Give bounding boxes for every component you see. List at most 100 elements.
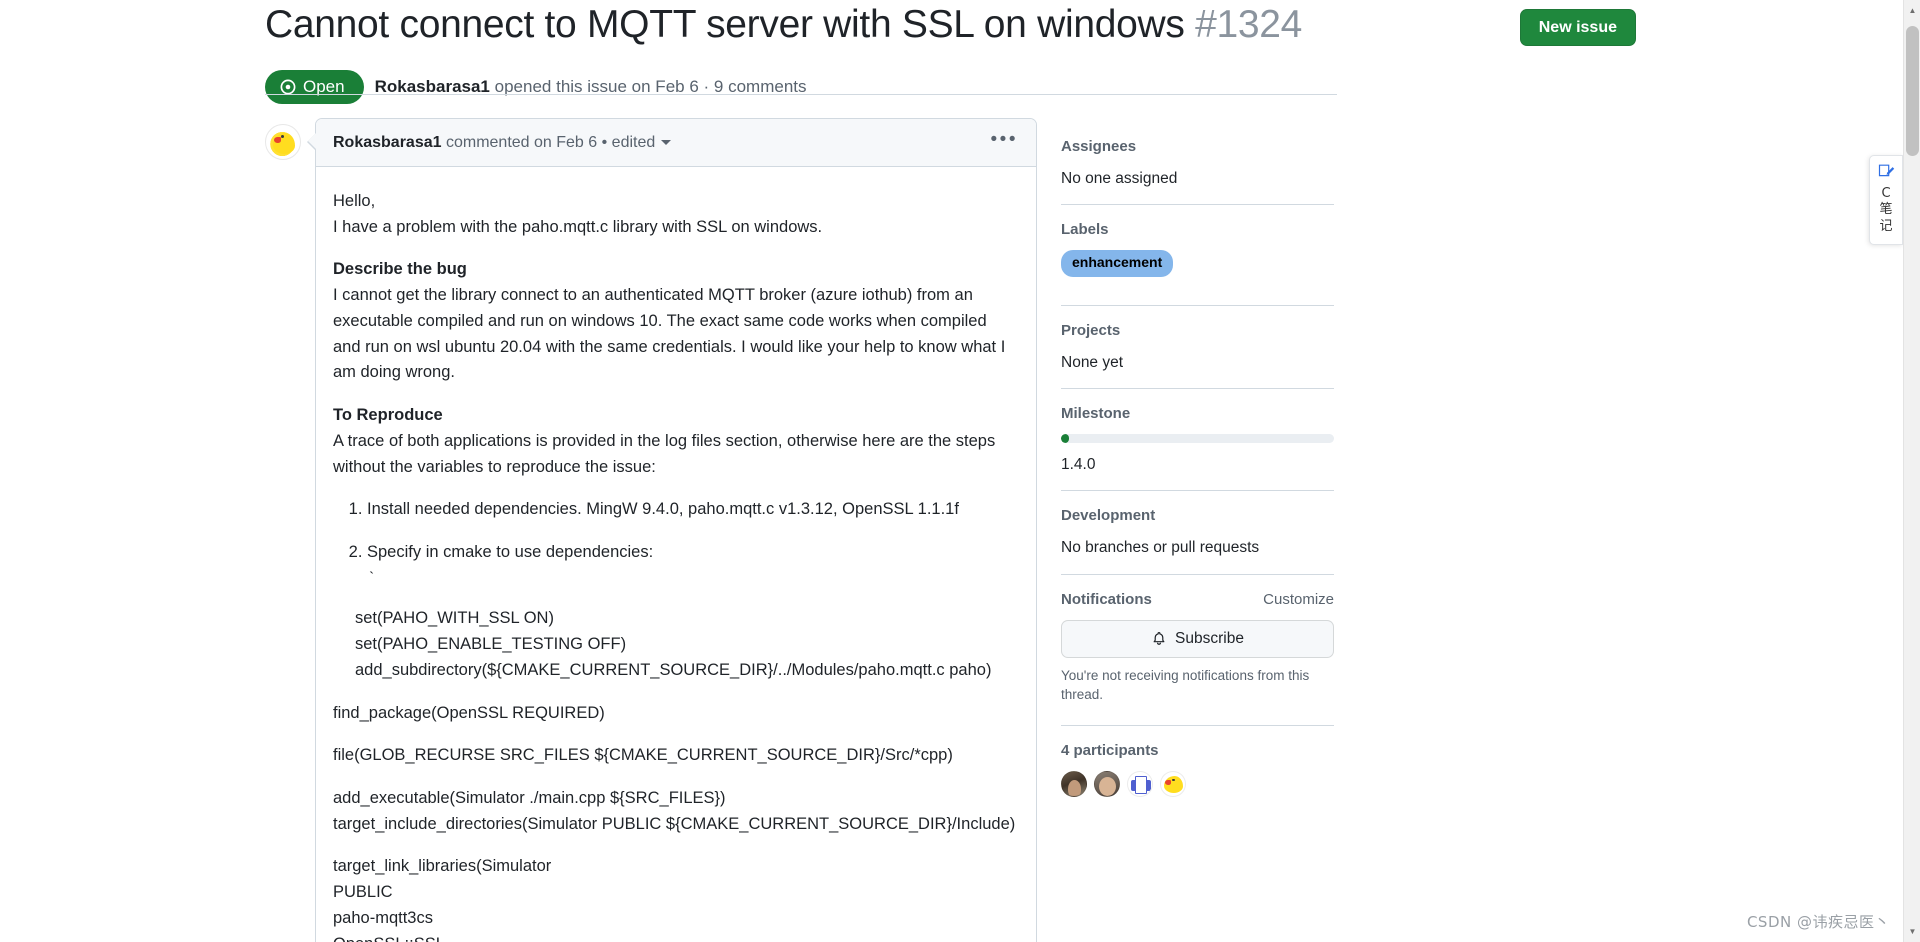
kebab-menu-icon[interactable]: •••: [987, 130, 1022, 155]
subscribe-button-label: Subscribe: [1175, 629, 1244, 647]
section-body-describe-bug: I cannot get the library connect to an a…: [333, 286, 1006, 382]
float-widget-line-2: 笔: [1879, 202, 1893, 218]
sidebar-heading-milestone: Milestone: [1061, 405, 1334, 422]
sidebar-section-projects: Projects None yet: [1061, 322, 1334, 388]
sidebar-heading-development: Development: [1061, 507, 1334, 524]
float-widget-line-1: C: [1881, 186, 1891, 201]
new-issue-button[interactable]: New issue: [1519, 9, 1636, 47]
issue-number: #1324: [1195, 3, 1303, 46]
sidebar-section-notifications: Notifications Customize Subscribe You're…: [1061, 591, 1334, 719]
comment-greeting: Hello,: [333, 192, 376, 210]
issue-opened-icon: [280, 79, 296, 95]
section-body-to-reproduce: A trace of both applications is provided…: [333, 431, 996, 476]
section-heading-to-reproduce: To Reproduce: [333, 406, 443, 425]
pencil-note-icon: [1870, 163, 1902, 181]
sidebar-heading-participants: 4 participants: [1061, 742, 1334, 759]
participant-avatar-4[interactable]: [1160, 770, 1186, 797]
avatar[interactable]: [265, 124, 301, 160]
sidebar-divider: [1061, 388, 1334, 390]
participants-title: 4 participants: [1061, 741, 1159, 759]
list-item: Specify in cmake to use dependencies: `: [367, 540, 1018, 588]
sidebar-heading-labels: Labels: [1061, 221, 1334, 238]
main-column: Rokasbarasa1 commented on Feb 6 • edited…: [265, 118, 1037, 942]
header-divider: [265, 94, 1337, 95]
sidebar-divider: [1061, 490, 1334, 492]
bell-icon: [1153, 631, 1165, 645]
issue-body: Rokasbarasa1 commented on Feb 6 • edited…: [265, 118, 1636, 942]
notifications-note: You're not receiving notifications from …: [1061, 667, 1310, 702]
labels-title: Labels: [1061, 221, 1109, 239]
comment-box: Rokasbarasa1 commented on Feb 6 • edited…: [307, 118, 1037, 942]
label-chip-enhancement[interactable]: enhancement: [1061, 250, 1174, 277]
comment-intro: I have a problem with the paho.mqtt.c li…: [333, 217, 823, 236]
issue-page: Cannot connect to MQTT server with SSL o…: [0, 0, 1920, 942]
sidebar-divider: [1061, 724, 1334, 726]
scrollbar-thumb[interactable]: [1906, 26, 1919, 156]
comment-edited-label[interactable]: edited: [612, 134, 656, 151]
participants-avatars: [1061, 770, 1334, 797]
status-badge: Open: [265, 69, 364, 105]
duck-avatar-beak: [1165, 779, 1171, 785]
step-2-text: Specify in cmake to use dependencies:: [367, 543, 654, 562]
participant-avatar-2[interactable]: [1094, 770, 1120, 797]
comment-header-text: Rokasbarasa1 commented on Feb 6 • edited: [333, 133, 672, 152]
projects-value: None yet: [1061, 353, 1124, 371]
issue-meta-text: Rokasbarasa1 opened this issue on Feb 6 …: [375, 75, 807, 99]
comment-timestamp: commented on Feb 6 •: [445, 133, 608, 151]
scrollbar[interactable]: ▲ ▼: [1903, 0, 1920, 942]
page-title: Cannot connect to MQTT server with SSL o…: [265, 3, 1302, 48]
sidebar-heading-notifications: Notifications Customize: [1061, 591, 1334, 608]
sidebar-section-development: Development No branches or pull requests: [1061, 507, 1334, 573]
participant-avatar-3[interactable]: [1127, 770, 1153, 797]
sidebar-heading-projects: Projects: [1061, 322, 1334, 339]
participant-avatar-1[interactable]: [1061, 770, 1087, 797]
title-row: Cannot connect to MQTT server with SSL o…: [265, 0, 1636, 48]
scroll-down-arrow-icon[interactable]: ▼: [1904, 923, 1920, 940]
code-block-cmake-deps: set(PAHO_WITH_SSL ON) set(PAHO_ENABLE_TE…: [355, 609, 992, 679]
development-title: Development: [1061, 507, 1156, 525]
sidebar-section-participants: 4 participants: [1061, 742, 1334, 811]
duck-avatar-eye: [1172, 778, 1175, 782]
sidebar-heading-assignees: Assignees: [1061, 138, 1334, 155]
section-heading-describe-bug: Describe the bug: [333, 260, 467, 279]
development-value: No branches or pull requests: [1061, 539, 1260, 557]
issue-title-text: Cannot connect to MQTT server with SSL o…: [265, 3, 1185, 46]
assignees-title: Assignees: [1061, 138, 1137, 155]
assignees-value: No one assigned: [1061, 170, 1178, 187]
comment-body: Hello, I have a problem with the paho.mq…: [316, 167, 1036, 942]
issue-header: Cannot connect to MQTT server with SSL o…: [265, 0, 1636, 124]
comment-header: Rokasbarasa1 commented on Feb 6 • edited…: [316, 119, 1036, 167]
milestone-progress-bar: [1061, 434, 1334, 444]
code-fence-open: `: [367, 569, 377, 587]
duck-avatar-eye: [281, 135, 284, 138]
watermark: CSDN @讳疾忌医丶: [1746, 913, 1890, 931]
sidebar-section-labels: Labels enhancement: [1061, 221, 1334, 291]
notifications-title: Notifications: [1061, 590, 1152, 608]
subscribe-button[interactable]: Subscribe: [1061, 619, 1334, 658]
projects-title: Projects: [1061, 321, 1121, 339]
code-block-glob-recurse: file(GLOB_RECURSE SRC_FILES ${CMAKE_CURR…: [333, 746, 953, 765]
float-widget-line-3: 记: [1879, 218, 1893, 234]
chevron-down-icon[interactable]: [661, 139, 672, 145]
comment-author[interactable]: Rokasbarasa1: [333, 134, 442, 151]
issue-meta: Open Rokasbarasa1 opened this issue on F…: [265, 69, 1636, 124]
sidebar-divider: [1061, 204, 1334, 206]
code-block-add-executable: add_executable(Simulator ./main.cpp ${SR…: [333, 789, 1016, 833]
comment-thread-item: Rokasbarasa1 commented on Feb 6 • edited…: [265, 118, 1037, 942]
milestone-progress-fill: [1061, 434, 1070, 444]
scroll-up-arrow-icon[interactable]: ▲: [1904, 2, 1920, 19]
code-block-find-package: find_package(OpenSSL REQUIRED): [333, 703, 605, 722]
code-block-target-link-libraries: target_link_libraries(Simulator PUBLIC p…: [333, 857, 552, 942]
floating-note-widget[interactable]: C 笔 记: [1869, 155, 1903, 245]
issue-sidebar: Assignees No one assigned Labels enhance…: [1061, 118, 1334, 942]
customize-notifications-link[interactable]: Customize: [1263, 591, 1334, 608]
list-item: Install needed dependencies. MingW 9.4.0…: [367, 497, 1018, 523]
milestone-value[interactable]: 1.4.0: [1061, 453, 1334, 476]
sidebar-divider: [1061, 304, 1334, 306]
sidebar-section-assignees: Assignees No one assigned: [1061, 138, 1334, 204]
